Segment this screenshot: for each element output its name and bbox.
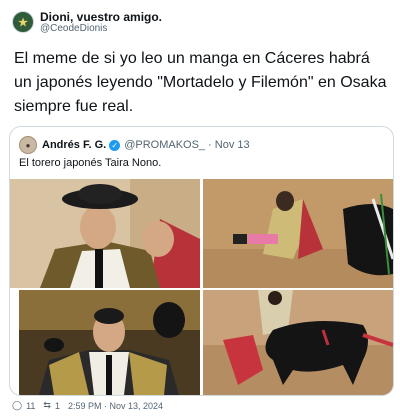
profile-avatar-icon[interactable]: ★	[12, 11, 34, 33]
tweet-text: El meme de si yo leo un manga en Cáceres…	[14, 50, 387, 115]
photo-torero-cape-bull[interactable]	[203, 290, 393, 395]
comment-icon[interactable]: ◯	[12, 400, 22, 411]
quoted-tweet[interactable]: ● Andrés F. G. ✓ @PROMAKOS_ · Nov 13 El …	[9, 126, 394, 396]
photo-torero-portrait[interactable]	[10, 179, 200, 288]
retweet-icon[interactable]: ⇆	[43, 400, 51, 411]
retweet-count: 1	[54, 400, 60, 411]
tweet-author[interactable]: ★ Dioni, vuestro amigo. @CeodeDionis	[12, 11, 162, 35]
verified-badge-icon: ✓	[109, 139, 121, 151]
timestamp[interactable]: 2:59 PM · Nov 13, 2024	[68, 401, 163, 411]
quoted-avatar-icon[interactable]: ●	[19, 136, 37, 154]
photo-torero-kneeling-bull[interactable]	[203, 179, 393, 288]
quoted-author-name[interactable]: Andrés F. G.	[42, 139, 106, 151]
quoted-text: El torero japonés Taira Nono.	[19, 157, 162, 169]
comment-count: 11	[26, 400, 36, 411]
quoted-date[interactable]: · Nov 13	[208, 139, 250, 151]
author-handle[interactable]: @CeodeDionis	[40, 23, 162, 35]
tweet-footer: ◯ 11 ⇆ 1 2:59 PM · Nov 13, 2024	[12, 400, 167, 411]
photo-torero-smiling[interactable]	[19, 290, 200, 395]
quoted-author-handle[interactable]: @PROMAKOS_	[124, 139, 205, 151]
author-name[interactable]: Dioni, vuestro amigo.	[40, 11, 162, 23]
